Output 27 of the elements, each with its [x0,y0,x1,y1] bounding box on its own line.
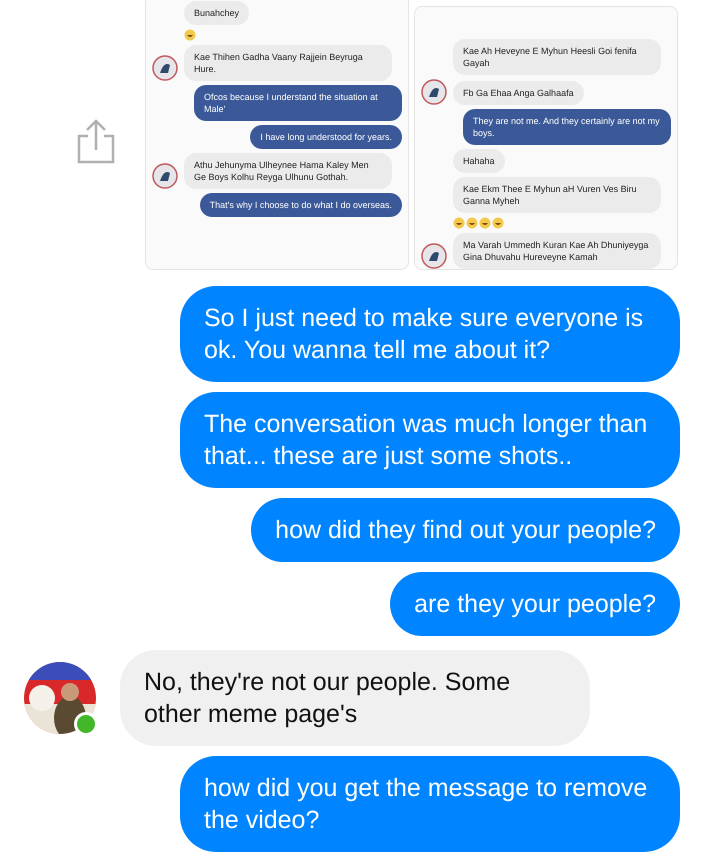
avatar-icon [421,79,447,105]
message-bubble: how did you get the message to remove the video? [180,756,680,852]
message-bubble: Athu Jehunyma Ulheynee Hama Kaley Men Ge Boys Kolhu Reyga Ulhunu Gothah. [184,153,392,189]
laughing-emoji-icon [479,217,491,229]
message-bubble: are they your people? [390,572,680,636]
laughing-emoji-icon [453,217,465,229]
message-bubble: how did they find out your people? [251,498,680,562]
message-bubble: So I just need to make sure everyone is ok. You wanna tell me about it? [180,286,680,382]
avatar-icon [152,55,178,81]
laughing-emoji-icon [492,217,504,229]
laughing-emoji-icon [466,217,478,229]
message-bubble: Ma Varah Ummedh Kuran Kae Ah Dhuniyeyga Gina Dhuvahu Hureveyne Kamah [453,233,661,269]
avatar-icon [152,163,178,189]
message-bubble: Kae Ah Heveyne E Myhun Heesli Goi fenifa Gayah [453,39,661,75]
share-icon[interactable] [76,118,116,164]
message-bubble: No, they're not our people. Some other meme page's [120,650,590,746]
message-bubble: Kae Ekm Thee E Myhun aH Vuren Ves Biru Ganna Myheh [453,177,661,213]
message-bubble: Hahaha [453,149,505,173]
message-bubble: They are not me. And they certainly are not my boys. [463,109,671,145]
message-bubble: The conversation was much longer than that... these are just some shots.. [180,392,680,488]
message-bubble: That's why I choose to do what I do overseas. [200,193,402,217]
message-bubble: Fb Ga Ehaa Anga Galhaafa [453,81,584,105]
message-bubble: Bunahchey [184,1,250,25]
message-bubble: Ofcos because I understand the situation at Male' [194,85,402,121]
message-bubble: Kae Thihen Gadha Vaany Rajjein Beyruga Hure. [184,45,392,81]
laughing-emoji-icon [184,29,196,41]
message-bubble: I have long understood for years. [250,125,402,149]
